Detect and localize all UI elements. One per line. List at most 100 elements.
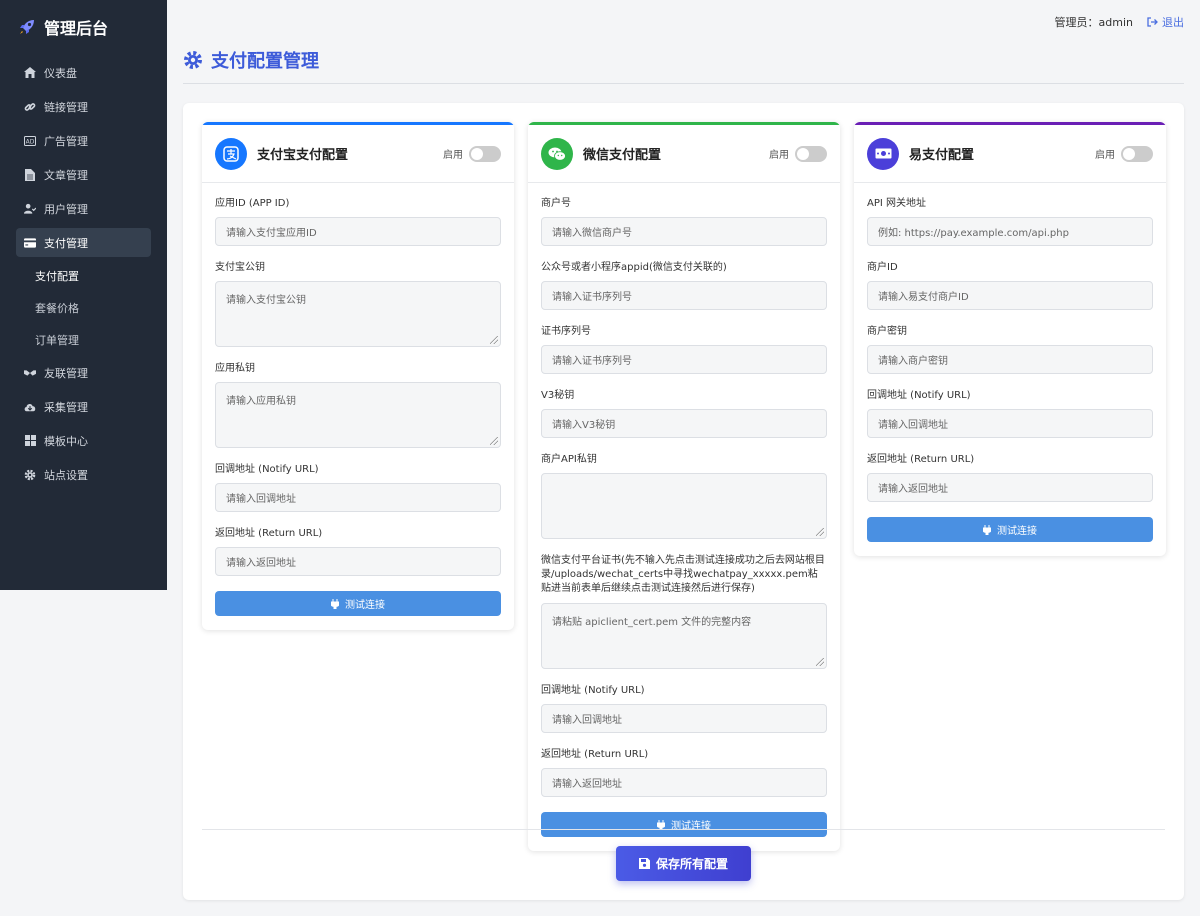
credit-card-icon xyxy=(24,237,36,249)
dashboard-icon xyxy=(24,67,36,79)
save-icon xyxy=(638,858,650,869)
field-label: V3秘钥 xyxy=(541,390,575,401)
grid-icon xyxy=(24,435,36,447)
epay-test-connection-button[interactable]: 测试连接 xyxy=(867,517,1153,542)
logout-link[interactable]: 退出 xyxy=(1147,14,1184,30)
card-header: 支付宝支付配置 启用 xyxy=(202,125,514,183)
sidebar-item-dashboard[interactable]: 仪表盘 xyxy=(16,58,151,87)
card-title: 易支付配置 xyxy=(909,148,975,163)
sidebar-nav: 仪表盘 链接管理 AD 广告管理 文章管理 用户管理 支付管理 支付配置 套餐价… xyxy=(0,58,167,489)
admin-label: 管理员：admin xyxy=(1054,16,1133,29)
epay-return-url-input[interactable]: 请输入返回地址 xyxy=(867,473,1153,502)
wechat-v3-key-input[interactable]: 请输入V3秘钥 xyxy=(541,409,827,438)
logout-icon xyxy=(1147,17,1158,27)
sidebar-subitem-label: 套餐价格 xyxy=(35,301,79,315)
field-label: 商户API私钥 xyxy=(541,454,597,465)
sidebar-item-collect[interactable]: 采集管理 xyxy=(16,392,151,421)
sidebar-subitem-payment-config[interactable]: 支付配置 xyxy=(16,262,151,289)
plug-icon xyxy=(983,524,991,535)
field-label: 返回地址 (Return URL) xyxy=(867,454,975,465)
epay-merchant-key-input[interactable]: 请输入商户密钥 xyxy=(867,345,1153,374)
alipay-notify-url-input[interactable]: 请输入回调地址 xyxy=(215,483,501,512)
plug-icon xyxy=(657,819,665,830)
alipay-test-connection-button[interactable]: 测试连接 xyxy=(215,591,501,616)
button-label: 保存所有配置 xyxy=(655,857,728,871)
enable-label: 启用 xyxy=(769,150,789,161)
alipay-public-key-textarea[interactable]: 请输入支付宝公钥 xyxy=(215,281,501,347)
alipay-appid-input[interactable]: 请输入支付宝应用ID xyxy=(215,217,501,246)
card-title: 微信支付配置 xyxy=(583,148,662,163)
sidebar-item-articles[interactable]: 文章管理 xyxy=(16,160,151,189)
save-all-button[interactable]: 保存所有配置 xyxy=(616,846,751,881)
wechat-platform-cert-textarea[interactable]: 请粘贴 apiclient_cert.pem 文件的完整内容 xyxy=(541,603,827,669)
epay-enable-toggle[interactable] xyxy=(1121,145,1153,162)
sidebar-item-friend-links[interactable]: 友联管理 xyxy=(16,358,151,387)
button-label: 测试连接 xyxy=(997,526,1037,537)
card-body: API 网关地址 例如: https://pay.example.com/api… xyxy=(854,183,1166,542)
alipay-card: 支付宝支付配置 启用 应用ID (APP ID) 请输入支付宝应用ID 支付宝公… xyxy=(202,122,514,630)
field-label: 应用ID (APP ID) xyxy=(215,198,290,209)
divider xyxy=(202,829,1165,830)
field-label: 回调地址 (Notify URL) xyxy=(541,685,645,696)
sidebar-item-label: 采集管理 xyxy=(44,400,88,414)
enable-label: 启用 xyxy=(443,150,463,161)
handshake-icon xyxy=(24,367,36,379)
card-body: 应用ID (APP ID) 请输入支付宝应用ID 支付宝公钥 请输入支付宝公钥 … xyxy=(202,183,514,616)
epay-gateway-input[interactable]: 例如: https://pay.example.com/api.php xyxy=(867,217,1153,246)
gear-icon xyxy=(24,469,36,481)
sidebar-item-label: 友联管理 xyxy=(44,366,88,380)
sidebar-item-label: 广告管理 xyxy=(44,134,88,148)
wechat-serial-input[interactable]: 请输入证书序列号 xyxy=(541,345,827,374)
epay-card: 易支付配置 启用 API 网关地址 例如: https://pay.exampl… xyxy=(854,122,1166,556)
sidebar-subitem-plan-prices[interactable]: 套餐价格 xyxy=(16,294,151,321)
sidebar: 管理后台 仪表盘 链接管理 AD 广告管理 文章管理 用户管理 支付管理 支付配… xyxy=(0,0,167,590)
plug-icon xyxy=(331,598,339,609)
wechat-test-connection-button[interactable]: 测试连接 xyxy=(541,812,827,837)
sidebar-subitem-orders[interactable]: 订单管理 xyxy=(16,326,151,353)
wechat-notify-url-input[interactable]: 请输入回调地址 xyxy=(541,704,827,733)
wechat-return-url-input[interactable]: 请输入返回地址 xyxy=(541,768,827,797)
epay-merchant-id-input[interactable]: 请输入易支付商户ID xyxy=(867,281,1153,310)
sidebar-item-payment[interactable]: 支付管理 xyxy=(16,228,151,257)
field-label: 回调地址 (Notify URL) xyxy=(215,464,319,475)
wechat-mchid-input[interactable]: 请输入微信商户号 xyxy=(541,217,827,246)
rocket-icon xyxy=(16,16,38,38)
cloud-download-icon xyxy=(24,401,36,413)
card-body: 商户号 请输入微信商户号 公众号或者小程序appid(微信支付关联的) 请输入证… xyxy=(528,183,840,837)
sidebar-subitem-label: 支付配置 xyxy=(35,269,79,283)
sidebar-item-links[interactable]: 链接管理 xyxy=(16,92,151,121)
wechat-icon xyxy=(541,137,573,170)
field-label: 微信支付平台证书(先不输入先点击测试连接成功之后去网站根目录/uploads/w… xyxy=(541,555,825,594)
field-label: 公众号或者小程序appid(微信支付关联的) xyxy=(541,262,727,273)
field-label: 商户ID xyxy=(867,262,898,273)
brand-title: 管理后台 xyxy=(44,19,109,38)
epay-notify-url-input[interactable]: 请输入回调地址 xyxy=(867,409,1153,438)
alipay-enable-toggle[interactable] xyxy=(469,145,501,162)
brand[interactable]: 管理后台 xyxy=(0,0,167,54)
card-title: 支付宝支付配置 xyxy=(257,148,349,163)
field-label: 证书序列号 xyxy=(541,326,591,337)
sidebar-item-users[interactable]: 用户管理 xyxy=(16,194,151,223)
link-icon xyxy=(24,101,36,113)
sidebar-item-label: 文章管理 xyxy=(44,168,88,182)
sidebar-item-site-settings[interactable]: 站点设置 xyxy=(16,460,151,489)
wechat-card: 微信支付配置 启用 商户号 请输入微信商户号 公众号或者小程序appid(微信支… xyxy=(528,122,840,851)
page-title: 支付配置管理 xyxy=(211,51,319,72)
alipay-return-url-input[interactable]: 请输入返回地址 xyxy=(215,547,501,576)
ad-icon: AD xyxy=(24,135,36,147)
users-icon xyxy=(24,203,36,215)
wechat-appid-input[interactable]: 请输入证书序列号 xyxy=(541,281,827,310)
gear-icon xyxy=(183,50,203,70)
alipay-private-key-textarea[interactable]: 请输入应用私钥 xyxy=(215,382,501,448)
button-label: 测试连接 xyxy=(345,600,385,611)
wechat-api-private-key-textarea[interactable] xyxy=(541,473,827,539)
sidebar-item-label: 模板中心 xyxy=(44,434,88,448)
field-label: 商户密钥 xyxy=(867,326,907,337)
sidebar-item-templates[interactable]: 模板中心 xyxy=(16,426,151,455)
wechat-enable-toggle[interactable] xyxy=(795,145,827,162)
sidebar-item-ads[interactable]: AD 广告管理 xyxy=(16,126,151,155)
svg-text:AD: AD xyxy=(26,138,35,145)
field-label: 商户号 xyxy=(541,198,571,209)
enable-label: 启用 xyxy=(1095,150,1115,161)
field-label: 应用私钥 xyxy=(215,363,255,374)
